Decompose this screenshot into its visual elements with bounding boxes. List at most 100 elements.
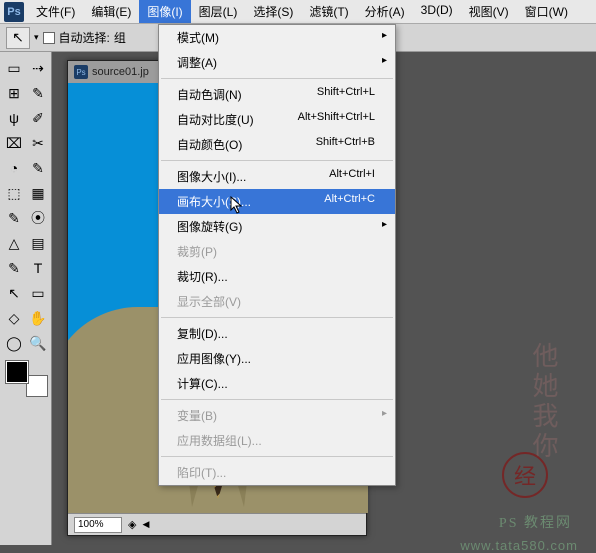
menu-entry-label: 自动色调(N) [177,86,317,103]
tool-5-1[interactable]: ▦ [26,181,50,205]
tool-11-0[interactable]: ◯ [2,331,26,355]
menu-entry-label: 模式(M) [177,29,375,46]
menu-entry: 陷印(T)... [159,460,395,485]
menu-entry[interactable]: 画布大小(S)...Alt+Ctrl+C [159,189,395,214]
menu-entry-label: 自动颜色(O) [177,136,316,153]
tool-1-0[interactable]: ⊞ [2,81,26,105]
foreground-color-swatch[interactable] [6,361,28,383]
active-tool-display[interactable]: ↖ [6,27,30,49]
background-color-swatch[interactable] [26,375,48,397]
menu-separator [161,399,393,400]
menu-item-4[interactable]: 选择(S) [245,0,301,23]
menu-item-7[interactable]: 3D(D) [413,0,461,23]
tool-3-0[interactable]: ⌧ [2,131,26,155]
tool-0-0[interactable]: ▭ [2,56,26,80]
menu-entry-shortcut: Alt+Shift+Ctrl+L [298,111,375,128]
tool-9-0[interactable]: ↖ [2,281,26,305]
menu-entry[interactable]: 图像大小(I)...Alt+Ctrl+I [159,164,395,189]
options-dropdown-arrow-icon[interactable]: ▾ [34,32,39,43]
tool-4-1[interactable]: ✎ [26,156,50,180]
watermark-url: www.tata580.com [460,538,578,553]
menu-entry[interactable]: 模式(M) [159,25,395,50]
tool-4-0[interactable]: ◔ [2,156,26,180]
menu-entry-label: 画布大小(S)... [177,193,324,210]
menu-entry-label: 计算(C)... [177,375,375,392]
watermark-stamp: 经 [502,452,548,498]
color-swatches[interactable] [6,361,48,397]
status-info-icon[interactable]: ◈ [128,518,136,531]
tool-1-1[interactable]: ✎ [26,81,50,105]
tool-9-1[interactable]: ▭ [26,281,50,305]
app-logo: Ps [4,2,24,22]
tool-10-1[interactable]: ✋ [26,306,50,330]
image-menu-dropdown: 模式(M)调整(A)自动色调(N)Shift+Ctrl+L自动对比度(U)Alt… [158,24,396,486]
menu-entry-shortcut: Shift+Ctrl+B [316,136,375,153]
doc-icon: Ps [74,65,88,79]
tool-3-1[interactable]: ✂ [26,131,50,155]
tool-5-0[interactable]: ⬚ [2,181,26,205]
menu-item-3[interactable]: 图层(L) [191,0,246,23]
auto-select-checkbox[interactable] [43,32,55,44]
menu-entry-label: 裁剪(P) [177,243,375,260]
zoom-input[interactable]: 100% [74,517,122,533]
tool-6-0[interactable]: ✎ [2,206,26,230]
menu-entry[interactable]: 计算(C)... [159,371,395,396]
menu-entry: 变量(B) [159,403,395,428]
auto-select-label: 自动选择: [59,29,110,46]
move-tool-icon: ↖ [12,29,24,46]
tool-10-0[interactable]: ◇ [2,306,26,330]
menu-item-0[interactable]: 文件(F) [28,0,83,23]
menu-item-1[interactable]: 编辑(E) [83,0,139,23]
menu-entry-label: 应用数据组(L)... [177,432,375,449]
menu-entry[interactable]: 自动对比度(U)Alt+Shift+Ctrl+L [159,107,395,132]
tool-8-1[interactable]: T [26,256,50,280]
menu-item-5[interactable]: 滤镜(T) [301,0,356,23]
status-scroll-left-icon[interactable]: ◀ [142,519,149,530]
menu-entry-label: 显示全部(V) [177,293,375,310]
menu-entry-label: 复制(D)... [177,325,375,342]
menu-entry[interactable]: 自动色调(N)Shift+Ctrl+L [159,82,395,107]
menu-item-9[interactable]: 窗口(W) [517,0,576,23]
document-status-bar: 100% ◈ ◀ [68,513,366,535]
tool-2-0[interactable]: ψ [2,106,26,130]
menu-bar: Ps 文件(F)编辑(E)图像(I)图层(L)选择(S)滤镜(T)分析(A)3D… [0,0,596,24]
menu-separator [161,160,393,161]
group-selector[interactable]: 组 [114,29,126,46]
menu-entry-shortcut: Shift+Ctrl+L [317,86,375,103]
menu-separator [161,456,393,457]
menu-entry-label: 变量(B) [177,407,375,424]
tool-7-0[interactable]: △ [2,231,26,255]
menu-entry: 显示全部(V) [159,289,395,314]
menu-entry[interactable]: 图像旋转(G) [159,214,395,239]
menu-entry-label: 调整(A) [177,54,375,71]
tool-0-1[interactable]: ⇢ [26,56,50,80]
menu-entry[interactable]: 自动颜色(O)Shift+Ctrl+B [159,132,395,157]
tool-11-1[interactable]: 🔍 [26,331,50,355]
menu-entry-label: 图像旋转(G) [177,218,375,235]
menu-entry-shortcut: Alt+Ctrl+I [329,168,375,185]
menu-entry[interactable]: 应用图像(Y)... [159,346,395,371]
menu-separator [161,78,393,79]
tool-6-1[interactable]: ⦿ [26,206,50,230]
tool-8-0[interactable]: ✎ [2,256,26,280]
watermark-text: 他她我你 [528,342,558,462]
mouse-cursor-icon [230,196,244,214]
menu-entry[interactable]: 裁切(R)... [159,264,395,289]
menu-entry-shortcut: Alt+Ctrl+C [324,193,375,210]
menu-entry[interactable]: 调整(A) [159,50,395,75]
menu-entry-label: 自动对比度(U) [177,111,298,128]
menu-item-8[interactable]: 视图(V) [461,0,517,23]
menu-entry-label: 裁切(R)... [177,268,375,285]
tool-2-1[interactable]: ✐ [26,106,50,130]
menu-entry: 应用数据组(L)... [159,428,395,453]
menu-entry[interactable]: 复制(D)... [159,321,395,346]
document-title: source01.jp [92,66,149,78]
menu-entry: 裁剪(P) [159,239,395,264]
menu-item-2[interactable]: 图像(I) [139,0,190,23]
tool-7-1[interactable]: ▤ [26,231,50,255]
menu-item-6[interactable]: 分析(A) [357,0,413,23]
menu-entry-label: 应用图像(Y)... [177,350,375,367]
menu-entry-label: 陷印(T)... [177,464,375,481]
tools-panel: ▭⇢⊞✎ψ✐⌧✂◔✎⬚▦✎⦿△▤✎T↖▭◇✋◯🔍 [0,52,52,545]
watermark-subtitle: PS 教程网 [499,512,572,532]
